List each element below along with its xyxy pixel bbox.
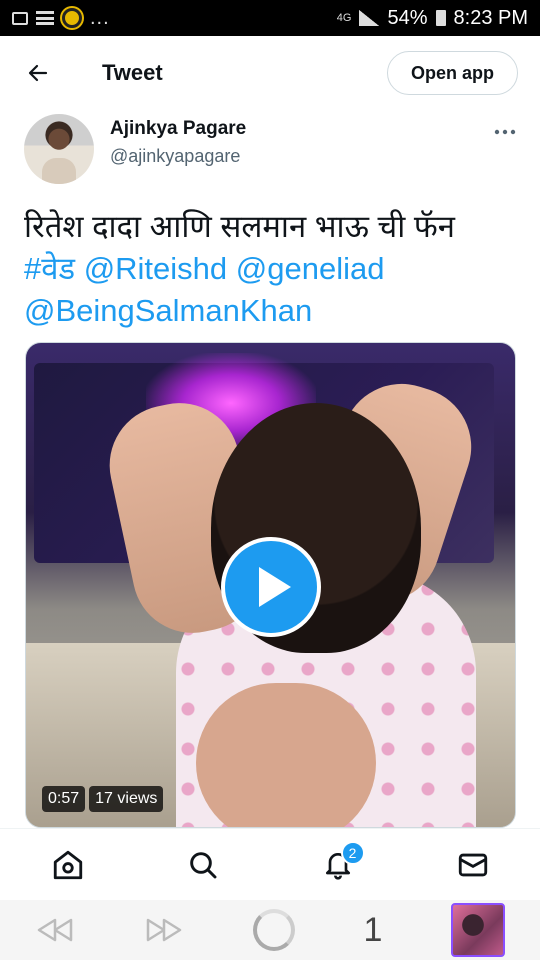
mention-link[interactable]: @Riteishd: [84, 251, 227, 286]
arrow-left-icon: [28, 64, 48, 82]
tweet-text: रितेश दादा आणि सलमान भाऊ ची फॅन #वेड @Ri…: [0, 194, 540, 332]
browser-toolbar: 1: [0, 900, 540, 960]
nav-search[interactable]: [173, 835, 233, 895]
app-notification-icon: [62, 8, 82, 28]
browser-back-button[interactable]: [35, 916, 75, 944]
bottom-nav: 2: [0, 828, 540, 900]
avatar[interactable]: [24, 114, 94, 184]
play-icon: [259, 567, 291, 607]
envelope-icon: [458, 853, 487, 876]
nav-notifications[interactable]: 2: [308, 835, 368, 895]
mention-link[interactable]: @BeingSalmanKhan: [24, 293, 312, 328]
tab-thumbnail-image: [451, 903, 506, 957]
hashtag-link[interactable]: #वेड: [24, 251, 75, 286]
browser-reload-button[interactable]: [252, 909, 295, 951]
network-type: 4G: [336, 12, 352, 24]
more-options-button[interactable]: [494, 116, 516, 142]
video-views: 17 views: [89, 786, 164, 812]
video-player[interactable]: 0:57 17 views: [25, 342, 516, 828]
more-dots-icon: [494, 129, 516, 135]
status-bar: ... 4G 54% 8:23 PM: [0, 0, 540, 36]
fast-forward-icon: [146, 918, 181, 942]
browser-forward-button[interactable]: [144, 916, 184, 944]
search-icon: [189, 851, 216, 878]
tweet-body: रितेश दादा आणि सलमान भाऊ ची फॅन: [24, 209, 455, 244]
more-notifications: ...: [90, 6, 110, 29]
nav-messages[interactable]: [443, 835, 503, 895]
author-handle[interactable]: @ajinkyapagare: [110, 146, 494, 167]
video-badges: 0:57 17 views: [42, 786, 164, 812]
battery-icon: [435, 10, 446, 26]
video-thumbnail-hand: [196, 683, 376, 827]
mention-link[interactable]: @geneliad: [236, 251, 385, 286]
battery-percent: 54%: [387, 6, 428, 29]
page-title: Tweet: [102, 60, 163, 85]
loading-spinner-icon: [252, 909, 295, 951]
browser-menu-button[interactable]: [451, 903, 506, 957]
play-button[interactable]: [221, 537, 321, 637]
author-names: Ajinkya Pagare @ajinkyapagare: [110, 118, 494, 167]
video-duration: 0:57: [42, 786, 86, 812]
image-notification-icon: [12, 11, 28, 25]
tab-count-button[interactable]: 1: [364, 911, 383, 950]
top-bar: Tweet Open app: [0, 36, 540, 110]
rewind-icon: [37, 918, 72, 942]
author-name[interactable]: Ajinkya Pagare: [110, 118, 494, 140]
list-notification-icon: [36, 11, 54, 25]
open-app-button[interactable]: Open app: [386, 51, 518, 95]
signal-icon: [359, 10, 380, 26]
nav-home[interactable]: [38, 835, 98, 895]
tweet-author: Ajinkya Pagare @ajinkyapagare: [0, 110, 540, 194]
clock: 8:23 PM: [453, 6, 528, 29]
home-icon: [53, 850, 82, 879]
notification-count-badge: 2: [340, 840, 365, 865]
back-button[interactable]: [22, 57, 54, 89]
